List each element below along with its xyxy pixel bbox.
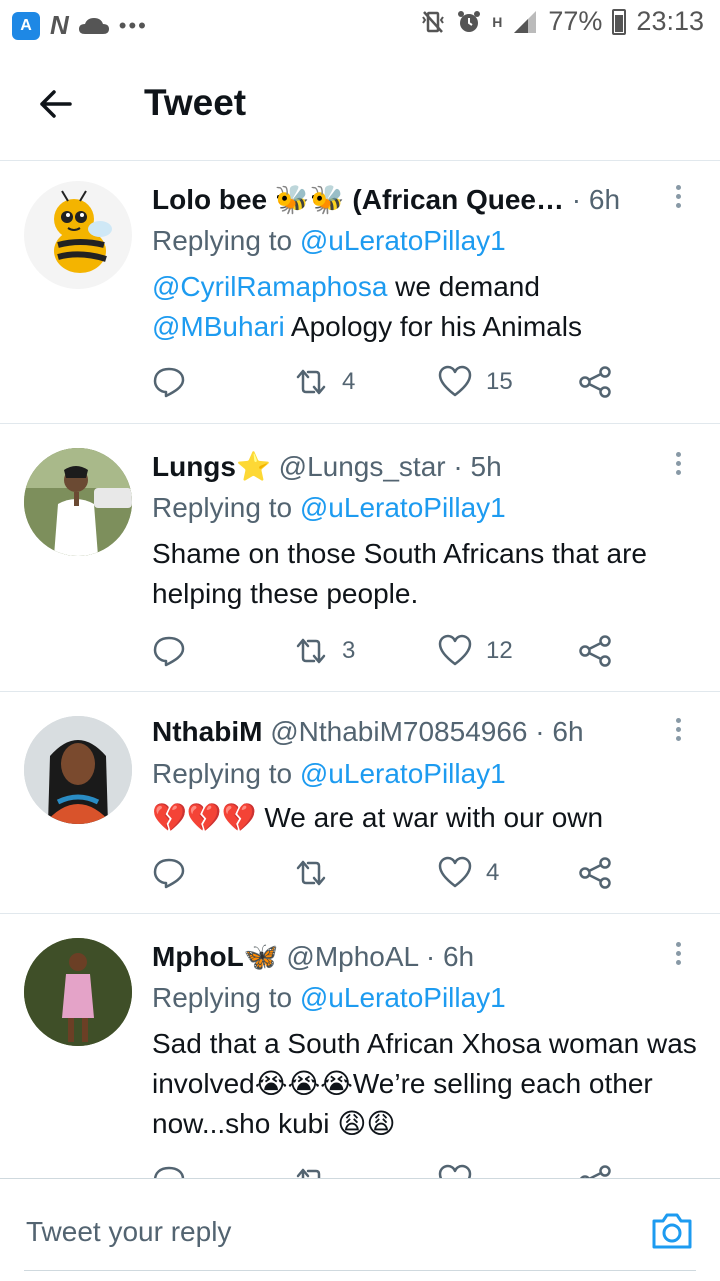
display-name[interactable]: Lolo bee 🐝🐝 (African Quee… — [152, 184, 564, 215]
reply-icon — [153, 636, 185, 667]
like-button[interactable]: 12 — [438, 634, 513, 668]
retweet-icon — [296, 369, 326, 395]
display-name[interactable]: Lungs⭐ — [152, 451, 271, 482]
heart-icon — [438, 634, 472, 666]
arrow-left-icon[interactable] — [36, 84, 76, 124]
network-type-label: H — [492, 13, 503, 30]
signal-icon — [514, 10, 537, 33]
reply-icon — [153, 858, 185, 889]
more-options-icon[interactable] — [666, 448, 690, 482]
replying-to-link[interactable]: @uLeratoPillay1 — [300, 982, 506, 1013]
replying-to-label: Replying to — [152, 492, 300, 523]
replying-to: Replying to @uLeratoPillay1 — [152, 225, 506, 257]
vibrate-icon — [422, 10, 445, 33]
retweet-icon — [296, 860, 326, 886]
heart-icon — [438, 856, 472, 888]
like-button[interactable]: 4 — [438, 856, 499, 890]
share-button[interactable] — [578, 856, 612, 890]
tweet-item[interactable]: MphoL🦋 @MphoAL · 6h Replying to @uLerato… — [0, 914, 720, 1214]
share-icon — [579, 366, 611, 398]
share-icon — [579, 857, 611, 889]
retweet-count: 3 — [342, 637, 356, 664]
share-icon — [579, 635, 611, 667]
display-name[interactable]: NthabiM — [152, 716, 262, 747]
user-handle[interactable]: @NthabiM70854966 — [270, 716, 527, 747]
replying-to-link[interactable]: @uLeratoPillay1 — [300, 225, 506, 256]
replying-to: Replying to @uLeratoPillay1 — [152, 758, 506, 790]
n-notification-icon: N — [50, 10, 69, 40]
retweet-button[interactable] — [294, 856, 342, 890]
reply-button[interactable] — [152, 856, 200, 890]
more-options-icon[interactable] — [666, 938, 690, 972]
retweet-button[interactable]: 4 — [294, 365, 355, 399]
replying-to-label: Replying to — [152, 982, 300, 1013]
retweet-count: 4 — [342, 368, 356, 395]
more-options-icon[interactable] — [666, 714, 690, 748]
divider — [24, 1270, 696, 1271]
cloud-icon — [78, 17, 109, 34]
tweet-header: MphoL🦋 @MphoAL · 6h — [152, 941, 475, 972]
avatar[interactable] — [24, 938, 132, 1046]
alarm-icon — [458, 10, 481, 32]
tweet-text-part: we demand — [387, 271, 540, 302]
clock-time: 23:13 — [636, 6, 704, 36]
battery-icon — [612, 8, 627, 35]
tweet-header: NthabiM @NthabiM70854966 · 6h — [152, 716, 584, 747]
tweet-text: 💔💔💔 We are at war with our own — [152, 802, 604, 833]
share-button[interactable] — [578, 365, 612, 399]
tweet-text: @CyrilRamaphosa we demand @MBuhari Apolo… — [152, 267, 698, 347]
replying-to-link[interactable]: @uLeratoPillay1 — [300, 492, 506, 523]
like-button[interactable]: 15 — [438, 365, 513, 399]
mention-link[interactable]: @CyrilRamaphosa — [152, 271, 387, 302]
tweet-text: Shame on those South Africans that are h… — [152, 538, 647, 609]
status-bar: A N ••• H 77% 23:13 — [0, 0, 720, 50]
app-notification-icon: A — [12, 11, 40, 40]
tweet-actions: 4 15 — [152, 365, 632, 405]
avatar[interactable] — [24, 716, 132, 824]
tweet-item[interactable]: Lungs⭐ @Lungs_star · 5h Replying to @uLe… — [0, 424, 720, 692]
display-name[interactable]: MphoL🦋 — [152, 941, 279, 972]
share-button[interactable] — [578, 634, 612, 668]
tweet-header: Lolo bee 🐝🐝 (African Quee… · 6h — [152, 184, 621, 215]
reply-input[interactable] — [24, 1209, 628, 1255]
like-count: 15 — [486, 368, 513, 395]
tweet-header: Lungs⭐ @Lungs_star · 5h — [152, 451, 502, 482]
tweet-time[interactable]: 6h — [443, 941, 474, 972]
tweet-actions: 4 — [152, 856, 632, 896]
top-app-bar: Tweet — [0, 50, 720, 161]
user-handle[interactable]: @MphoAL — [286, 941, 418, 972]
more-options-icon[interactable] — [666, 181, 690, 215]
tweet-time[interactable]: 6h — [552, 716, 583, 747]
reply-button[interactable] — [152, 634, 200, 668]
tweet-item[interactable]: Lolo bee 🐝🐝 (African Quee… · 6h Replying… — [0, 161, 720, 424]
avatar[interactable] — [24, 181, 132, 289]
tweet-item[interactable]: NthabiM @NthabiM70854966 · 6h Replying t… — [0, 692, 720, 914]
reply-icon — [153, 367, 185, 398]
user-handle[interactable]: @Lungs_star — [279, 451, 446, 482]
tweet-time[interactable]: 5h — [471, 451, 502, 482]
tweet-time[interactable]: 6h — [589, 184, 620, 215]
tweet-actions: 3 12 — [152, 634, 632, 674]
retweet-icon — [296, 638, 326, 664]
reply-composer — [0, 1178, 720, 1281]
like-count: 12 — [486, 637, 513, 664]
more-notifications-icon: ••• — [118, 12, 148, 38]
replying-to-label: Replying to — [152, 225, 300, 256]
replying-to: Replying to @uLeratoPillay1 — [152, 982, 506, 1014]
replying-to-label: Replying to — [152, 758, 300, 789]
replying-to: Replying to @uLeratoPillay1 — [152, 492, 506, 524]
replying-to-link[interactable]: @uLeratoPillay1 — [300, 758, 506, 789]
battery-percent: 77% — [548, 6, 603, 36]
page-title: Tweet — [144, 82, 247, 123]
heart-icon — [438, 365, 472, 397]
like-count: 4 — [486, 859, 500, 886]
camera-icon[interactable] — [650, 1211, 694, 1251]
reply-button[interactable] — [152, 365, 200, 399]
retweet-button[interactable]: 3 — [294, 634, 355, 668]
mention-link[interactable]: @MBuhari — [152, 311, 285, 342]
tweet-text: Sad that a South African Xhosa woman was… — [152, 1028, 697, 1139]
avatar[interactable] — [24, 448, 132, 556]
tweet-text-part: Apology for his Animals — [284, 311, 582, 342]
